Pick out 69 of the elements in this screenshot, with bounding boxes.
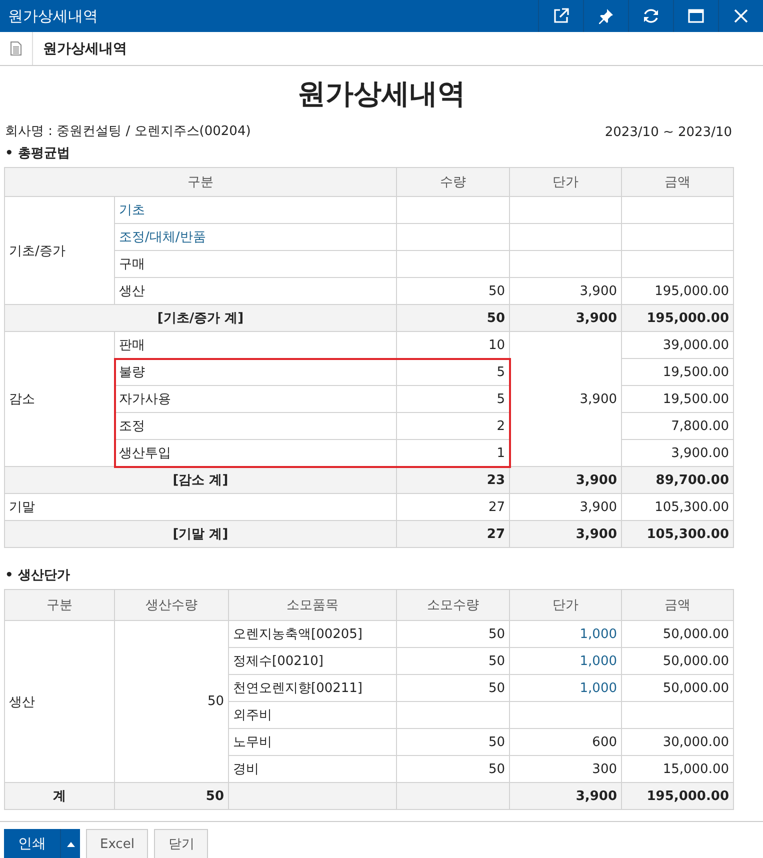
table-link[interactable]: 1,000 — [510, 620, 622, 648]
company-label: 회사명 : 중원컨설팅 / 오렌지주스(00204) — [5, 123, 251, 140]
table-cell: 195,000.00 — [622, 782, 734, 810]
table-link[interactable]: 조정/대체/반품 — [114, 224, 396, 250]
column-header: 소모품목 — [228, 590, 396, 620]
table-cell: 50,000.00 — [622, 648, 734, 674]
table-cell: 정제수[00210] — [228, 648, 396, 674]
pin-icon — [597, 7, 615, 25]
caret-icon — [66, 842, 74, 846]
column-header: 단가 — [510, 590, 622, 620]
table-cell: 7,800.00 — [622, 412, 734, 440]
table-link[interactable]: 기초 — [114, 196, 396, 224]
table-cell: 3,900 — [510, 304, 622, 332]
tab-title: 원가상세내역 — [42, 40, 127, 58]
column-header: 구분 — [4, 590, 114, 620]
table-cell: 천연오렌지향[00211] — [228, 674, 396, 702]
column-header: 구분 — [4, 168, 396, 196]
table-cell: 50 — [396, 674, 510, 702]
document-icon — [10, 41, 22, 56]
column-header: 금액 — [622, 590, 734, 620]
table-cell: 50 — [396, 648, 510, 674]
refresh-icon — [642, 7, 660, 25]
table-cell: 오렌지농축액[00205] — [228, 620, 396, 648]
table-cell: 27 — [396, 520, 510, 548]
column-header: 수량 — [396, 168, 510, 196]
table-cell: 23 — [396, 466, 510, 494]
table-cell: 50 — [396, 304, 510, 332]
close-icon — [732, 7, 750, 25]
table-cell: 불량 — [114, 358, 396, 386]
section-title: • 생산단가 — [5, 567, 71, 584]
table-cell: 50 — [396, 620, 510, 648]
table-cell: 노무비 — [228, 728, 396, 756]
table-link[interactable]: 1,000 — [510, 674, 622, 702]
table-cell: 50 — [396, 728, 510, 756]
table-cell: 외주비 — [228, 702, 396, 728]
table-cell: 구매 — [114, 250, 396, 278]
table-cell: 19,500.00 — [622, 358, 734, 386]
table-link[interactable]: 1,000 — [510, 648, 622, 674]
table-cell: [기말 계] — [4, 520, 396, 548]
action-button[interactable]: Excel — [86, 829, 148, 858]
period-label: 2023/10 ~ 2023/10 — [604, 125, 732, 140]
popout-icon — [552, 7, 570, 25]
table-cell: 50,000.00 — [622, 620, 734, 648]
table-cell: 89,700.00 — [622, 466, 734, 494]
table-cell: 3,900 — [510, 782, 622, 810]
table-cell: 105,300.00 — [622, 520, 734, 548]
table-cell: 50 — [114, 782, 228, 810]
table-cell: 조정 — [114, 412, 396, 440]
table-cell: 50,000.00 — [622, 674, 734, 702]
table-cell: 39,000.00 — [622, 332, 734, 358]
column-header: 단가 — [510, 168, 622, 196]
table-cell: 계 — [4, 782, 114, 810]
column-header: 생산수량 — [114, 590, 228, 620]
table-cell: 3,900 — [510, 466, 622, 494]
section-title: • 총평균법 — [5, 145, 71, 162]
table-cell: [기초/증가 계] — [4, 304, 396, 332]
table-cell: [감소 계] — [4, 466, 396, 494]
report-title: 원가상세내역 — [296, 76, 466, 112]
action-button[interactable]: 닫기 — [154, 829, 208, 858]
table-cell: 19,500.00 — [622, 386, 734, 412]
table-cell: 30,000.00 — [622, 728, 734, 756]
table-cell: 자가사용 — [114, 386, 396, 412]
table-cell: 195,000.00 — [622, 304, 734, 332]
table-cell: 3,900 — [510, 520, 622, 548]
column-header: 금액 — [622, 168, 734, 196]
window-title: 원가상세내역 — [7, 6, 99, 26]
maximize-icon — [687, 7, 705, 25]
column-header: 소모수량 — [396, 590, 510, 620]
table-cell: 600 — [510, 728, 622, 756]
